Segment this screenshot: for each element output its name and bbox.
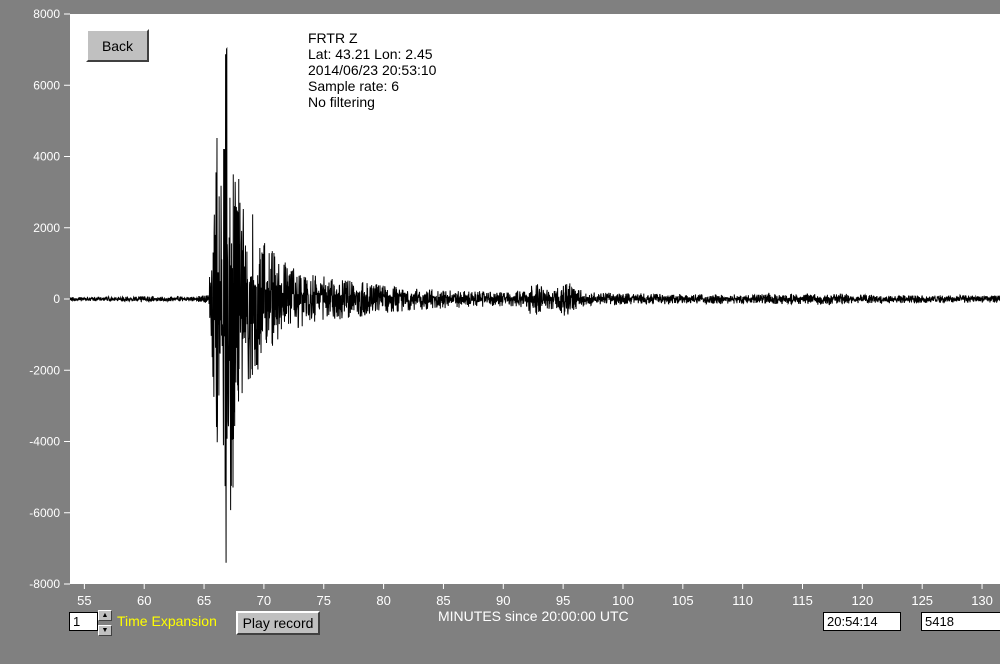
y-tick-label: 8000 <box>33 7 60 21</box>
y-tick-label: 0 <box>53 292 60 306</box>
expansion-up-icon[interactable]: ▲ <box>98 610 112 621</box>
y-tick-label: -6000 <box>29 506 60 520</box>
time-expansion-input[interactable]: 1 <box>69 612 98 631</box>
station-label: FRTR Z <box>308 30 358 46</box>
expansion-down-icon[interactable]: ▼ <box>98 625 112 636</box>
cursor-count-field[interactable]: 5418 <box>921 612 1000 631</box>
x-tick-label: 105 <box>672 593 694 608</box>
x-tick-label: 125 <box>911 593 933 608</box>
x-tick-label: 75 <box>317 593 331 608</box>
seismogram-chart: 8000 6000 4000 2000 0 -2000 -4000 -6000 -8000 55… <box>29 7 1000 608</box>
x-tick-label: 55 <box>77 593 91 608</box>
datetime-label: 2014/06/23 20:53:10 <box>308 62 437 78</box>
x-tick-label: 120 <box>852 593 874 608</box>
seismogram-app: 8000 6000 4000 2000 0 -2000 -4000 -6000 -8000 55… <box>0 0 1000 664</box>
x-tick-label: 80 <box>376 593 390 608</box>
y-tick-label: -4000 <box>29 435 60 449</box>
cursor-time-field[interactable]: 20:54:14 <box>823 612 901 631</box>
x-tick-label: 70 <box>257 593 271 608</box>
x-tick-label: 90 <box>496 593 510 608</box>
x-tick-label: 60 <box>137 593 151 608</box>
y-tick-label: 4000 <box>33 150 60 164</box>
play-record-button[interactable]: Play record <box>236 611 320 635</box>
x-tick-label: 110 <box>732 593 753 608</box>
filter-label: No filtering <box>308 94 375 110</box>
x-tick-label: 95 <box>556 593 570 608</box>
y-axis: 8000 6000 4000 2000 0 -2000 -4000 -6000 -8000 <box>29 7 70 591</box>
y-tick-label: 2000 <box>33 221 60 235</box>
y-tick-label: -2000 <box>29 363 60 377</box>
x-tick-label: 115 <box>792 593 813 608</box>
y-tick-label: 6000 <box>33 78 60 92</box>
sample-rate-label: Sample rate: 6 <box>308 78 400 94</box>
back-button[interactable]: Back <box>86 29 149 62</box>
x-tick-label: 130 <box>971 593 993 608</box>
location-label: Lat: 43.21 Lon: 2.45 <box>308 46 433 62</box>
x-axis: 55 60 65 70 75 80 85 90 95 100 105 110 115 120 125 130 <box>77 584 993 608</box>
y-tick-label: -8000 <box>29 577 60 591</box>
x-tick-label: 100 <box>612 593 634 608</box>
time-expansion-label: Time Expansion <box>117 613 217 629</box>
x-axis-label: MINUTES since 20:00:00 UTC <box>438 608 629 624</box>
x-tick-label: 85 <box>436 593 450 608</box>
x-tick-label: 65 <box>197 593 211 608</box>
